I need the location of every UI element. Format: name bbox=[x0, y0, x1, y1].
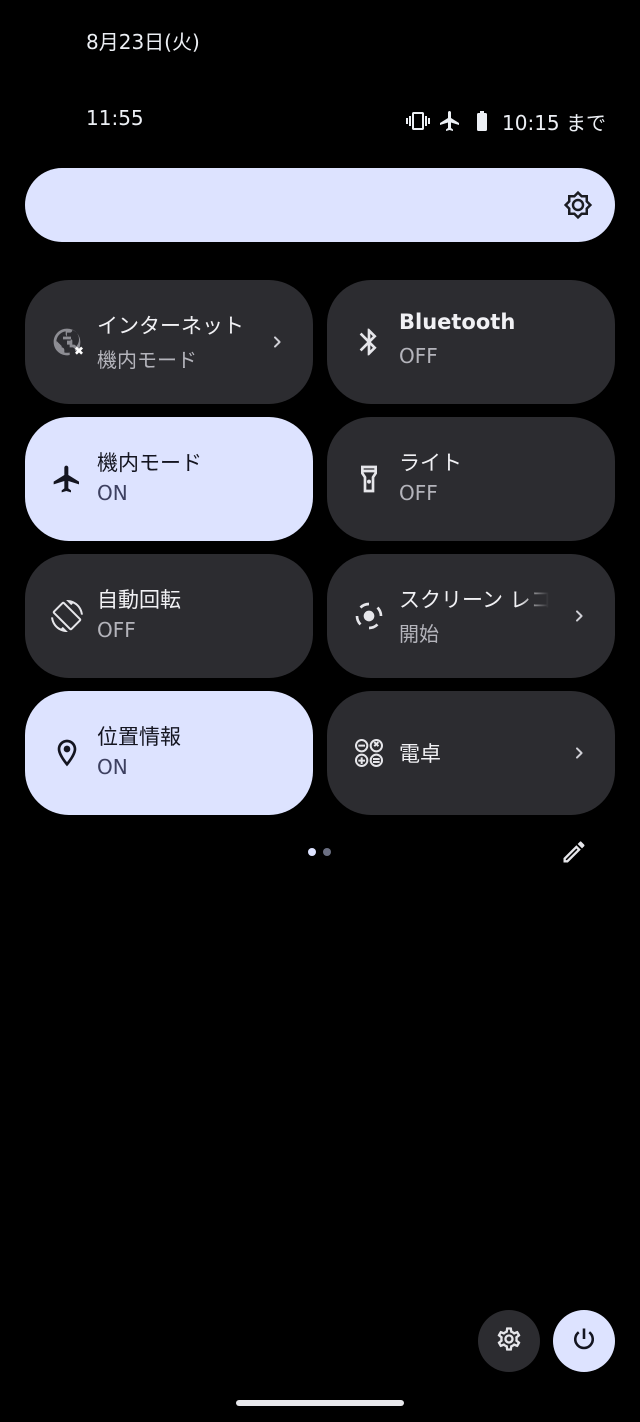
screen-record-icon bbox=[353, 600, 385, 632]
edit-tiles-button[interactable] bbox=[560, 838, 588, 866]
tile-internet-label: インターネット bbox=[97, 314, 244, 338]
tile-auto-rotate[interactable]: 自動回転 OFF bbox=[25, 554, 313, 678]
page-dot-1 bbox=[308, 848, 316, 856]
tile-flashlight-label: ライト bbox=[399, 451, 462, 475]
battery-icon bbox=[470, 109, 494, 133]
power-button[interactable] bbox=[553, 1310, 615, 1372]
brightness-slider[interactable] bbox=[25, 168, 615, 242]
flashlight-icon bbox=[353, 463, 385, 495]
chevron-right-icon bbox=[265, 328, 289, 356]
gear-icon bbox=[495, 1325, 523, 1357]
tile-location[interactable]: 位置情報 ON bbox=[25, 691, 313, 815]
tile-bluetooth-label: Bluetooth bbox=[399, 310, 516, 334]
tile-internet-state: 機内モード bbox=[97, 348, 197, 372]
airplane-icon bbox=[438, 109, 462, 133]
page-dot-2 bbox=[323, 848, 331, 856]
location-icon bbox=[51, 737, 83, 769]
tile-screen-record[interactable]: スクリーン レコード 開始 bbox=[327, 554, 615, 678]
tile-calculator[interactable]: 電卓 bbox=[327, 691, 615, 815]
tile-location-state: ON bbox=[97, 755, 128, 779]
gesture-nav-bar[interactable] bbox=[236, 1400, 404, 1406]
airplane-icon bbox=[51, 463, 83, 495]
tile-flashlight-state: OFF bbox=[399, 481, 438, 505]
tile-screen-record-state: 開始 bbox=[399, 622, 439, 646]
tile-location-label: 位置情報 bbox=[97, 725, 181, 749]
status-icons: 10:15 まで bbox=[406, 104, 606, 138]
date-label: 8月23日(火) bbox=[86, 30, 200, 54]
tile-internet[interactable]: インターネット 機内モード bbox=[25, 280, 313, 404]
page-indicator bbox=[308, 848, 331, 856]
tile-airplane-mode-state: ON bbox=[97, 481, 128, 505]
chevron-right-icon bbox=[567, 739, 591, 767]
tile-airplane-mode-label: 機内モード bbox=[97, 451, 202, 475]
auto-rotate-icon bbox=[51, 600, 83, 632]
vibrate-icon bbox=[406, 109, 430, 133]
tile-bluetooth[interactable]: Bluetooth OFF bbox=[327, 280, 615, 404]
pencil-icon bbox=[560, 841, 588, 870]
chevron-right-icon bbox=[567, 602, 591, 630]
bluetooth-icon bbox=[353, 326, 385, 358]
tile-flashlight[interactable]: ライト OFF bbox=[327, 417, 615, 541]
tile-auto-rotate-state: OFF bbox=[97, 618, 136, 642]
clock-label: 11:55 bbox=[86, 106, 144, 130]
tile-auto-rotate-label: 自動回転 bbox=[97, 588, 181, 612]
battery-time-label: 10:15 まで bbox=[502, 110, 606, 135]
brightness-icon bbox=[563, 190, 593, 220]
calculator-icon bbox=[353, 737, 385, 769]
power-icon bbox=[570, 1325, 598, 1357]
settings-button[interactable] bbox=[478, 1310, 540, 1372]
tile-screen-record-label: スクリーン レコード bbox=[399, 588, 549, 612]
tile-bluetooth-state: OFF bbox=[399, 344, 438, 368]
tile-airplane-mode[interactable]: 機内モード ON bbox=[25, 417, 313, 541]
tile-calculator-label: 電卓 bbox=[399, 742, 441, 766]
globe-off-icon bbox=[51, 326, 83, 358]
